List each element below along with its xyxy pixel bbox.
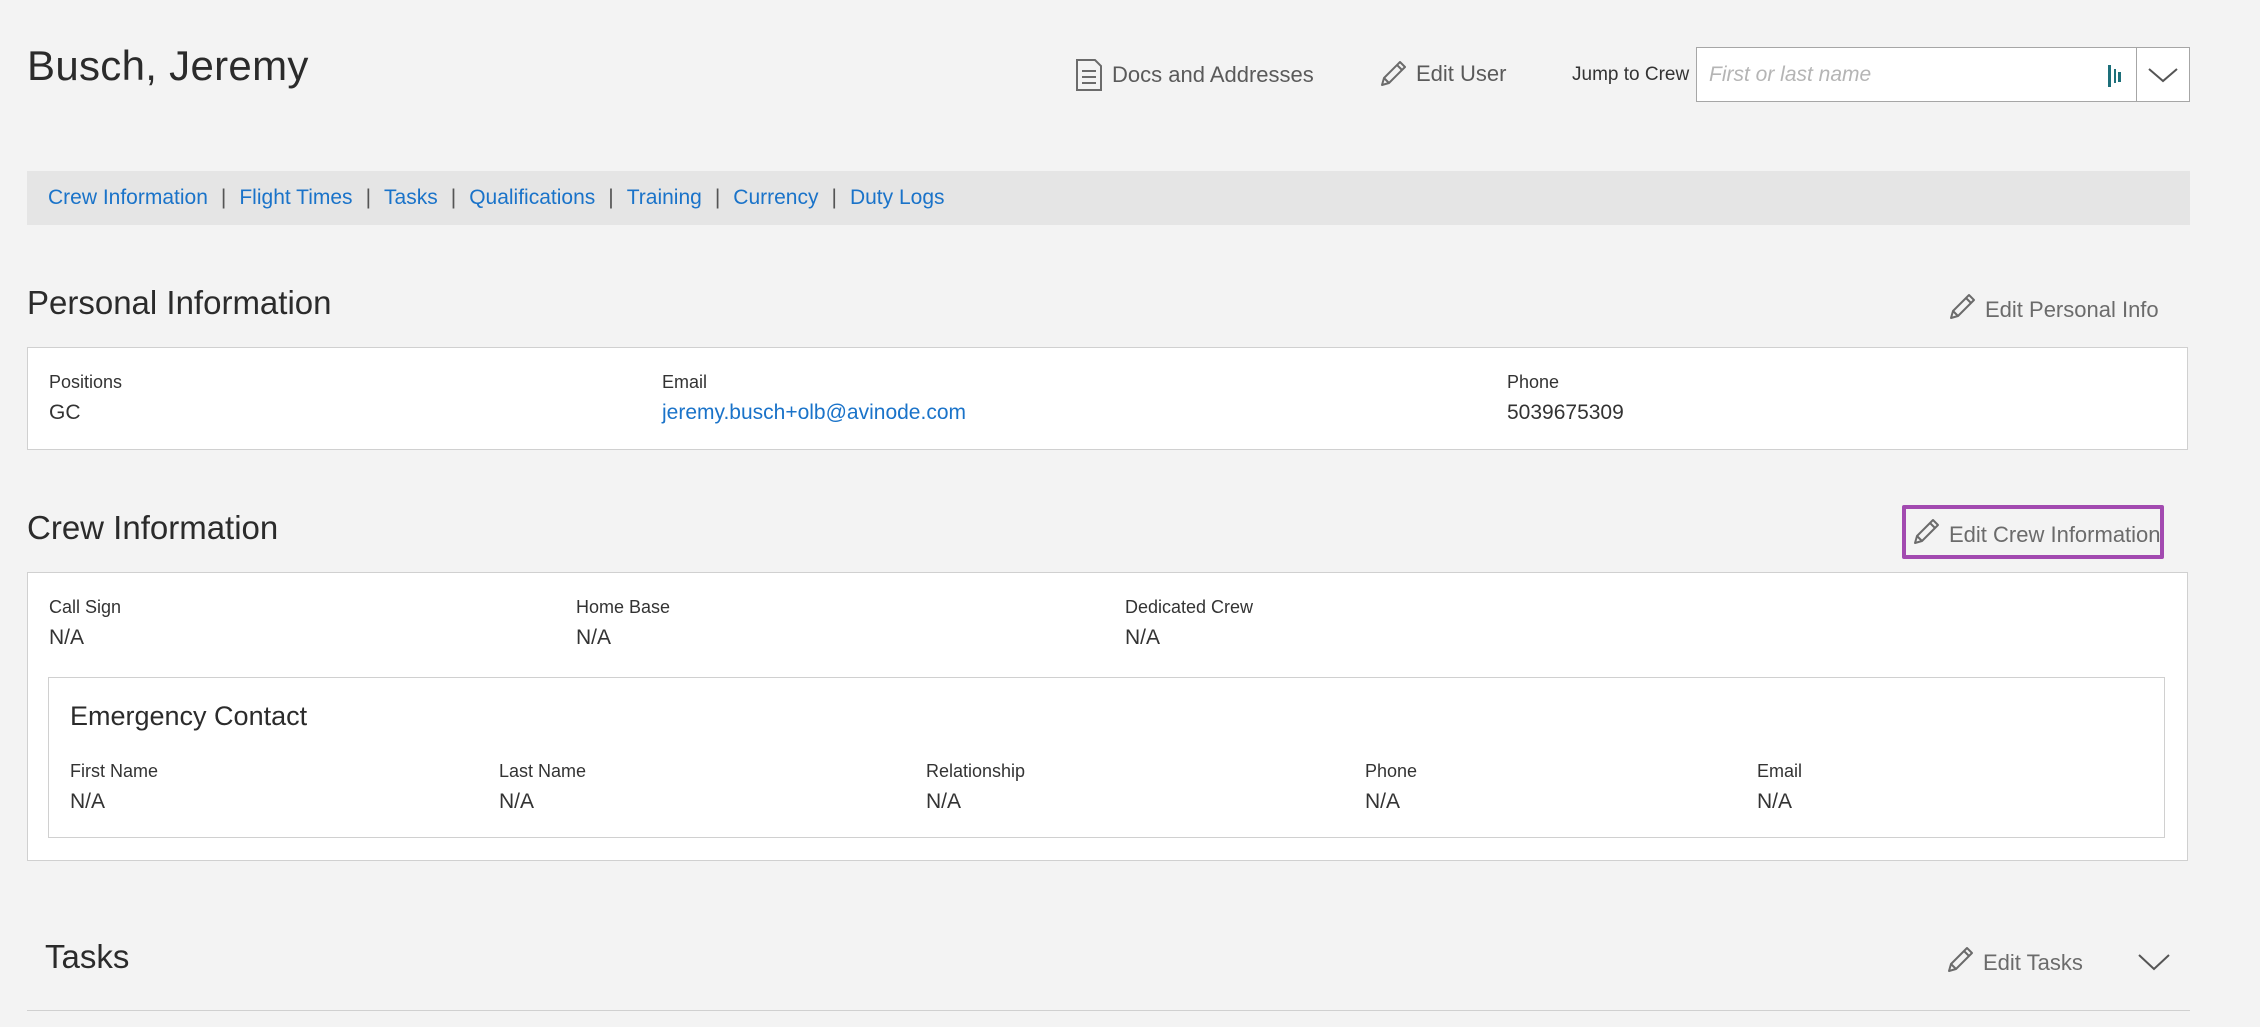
edit-crew-information-button[interactable]: Edit Crew Information [1911, 516, 2161, 554]
emergency-contact-panel: Emergency Contact First Name N/A Last Na… [48, 677, 2165, 838]
edit-user-label: Edit User [1416, 61, 1507, 86]
emergency-phone-label: Phone [1365, 761, 1418, 781]
barcode-icon[interactable] [2107, 65, 2123, 92]
emergency-email-value: N/A [1757, 790, 1793, 813]
nav-currency[interactable]: Currency [733, 186, 818, 210]
section-nav: Crew Information | Flight Times | Tasks … [27, 171, 2190, 225]
emergency-relationship-value: N/A [926, 790, 962, 813]
email-link[interactable]: jeremy.busch+olb@avinode.com [662, 401, 966, 425]
dedicated-crew-value: N/A [1125, 626, 1161, 649]
page-title: Busch, Jeremy [27, 42, 309, 89]
pencil-icon [1945, 944, 1975, 982]
email-label: Email [662, 372, 708, 392]
call-sign-label: Call Sign [49, 597, 122, 617]
emergency-relationship-label: Relationship [926, 761, 1026, 781]
home-base-value: N/A [576, 626, 612, 649]
emergency-first-name-label: First Name [70, 761, 159, 781]
personal-information-title: Personal Information [27, 284, 332, 321]
nav-separator: | [450, 186, 457, 209]
nav-separator: | [365, 186, 372, 209]
dedicated-crew-label: Dedicated Crew [1125, 597, 1254, 617]
tasks-divider [27, 1010, 2190, 1011]
edit-user-button[interactable]: Edit User [1378, 58, 1506, 90]
home-base-label: Home Base [576, 597, 671, 617]
nav-tasks[interactable]: Tasks [384, 186, 438, 210]
chevron-down-icon[interactable] [2137, 952, 2171, 977]
emergency-last-name-label: Last Name [499, 761, 587, 781]
emergency-first-name-value: N/A [70, 790, 106, 813]
emergency-email-label: Email [1757, 761, 1803, 781]
positions-value: GC [49, 401, 81, 424]
edit-crew-information-label: Edit Crew Information [1949, 522, 2161, 547]
call-sign-value: N/A [49, 626, 85, 649]
edit-personal-info-label: Edit Personal Info [1985, 297, 2159, 322]
personal-information-panel: Positions GC Email jeremy.busch+olb@avin… [27, 347, 2188, 450]
tasks-title: Tasks [45, 938, 130, 975]
jump-to-crew-input[interactable] [1697, 48, 2087, 101]
positions-label: Positions [49, 372, 123, 392]
nav-separator: | [831, 186, 837, 209]
nav-separator: | [714, 186, 721, 209]
crew-information-title: Crew Information [27, 509, 279, 546]
pencil-icon [1947, 291, 1977, 329]
phone-label: Phone [1507, 372, 1560, 392]
nav-crew-information[interactable]: Crew Information [48, 186, 208, 210]
edit-personal-info-button[interactable]: Edit Personal Info [1947, 291, 2159, 329]
docs-and-addresses-button[interactable]: Docs and Addresses [1074, 58, 1314, 92]
emergency-phone-value: N/A [1365, 790, 1401, 813]
document-icon [1074, 58, 1104, 92]
phone-value: 5039675309 [1507, 401, 1624, 424]
nav-separator: | [608, 186, 614, 209]
jump-to-crew-combobox[interactable] [1696, 47, 2190, 102]
emergency-contact-title: Emergency Contact [70, 701, 308, 731]
jump-to-crew-label: Jump to Crew [1572, 64, 1690, 85]
nav-qualifications[interactable]: Qualifications [469, 186, 595, 210]
nav-duty-logs[interactable]: Duty Logs [850, 186, 945, 210]
docs-and-addresses-label: Docs and Addresses [1112, 62, 1314, 87]
edit-tasks-button[interactable]: Edit Tasks [1945, 944, 2083, 982]
pencil-icon [1911, 516, 1941, 554]
pencil-icon [1378, 58, 1408, 90]
emergency-last-name-value: N/A [499, 790, 535, 813]
nav-flight-times[interactable]: Flight Times [239, 186, 352, 210]
chevron-down-icon[interactable] [2137, 48, 2189, 101]
nav-training[interactable]: Training [627, 186, 702, 210]
nav-separator: | [220, 186, 227, 209]
edit-tasks-label: Edit Tasks [1983, 950, 2083, 975]
